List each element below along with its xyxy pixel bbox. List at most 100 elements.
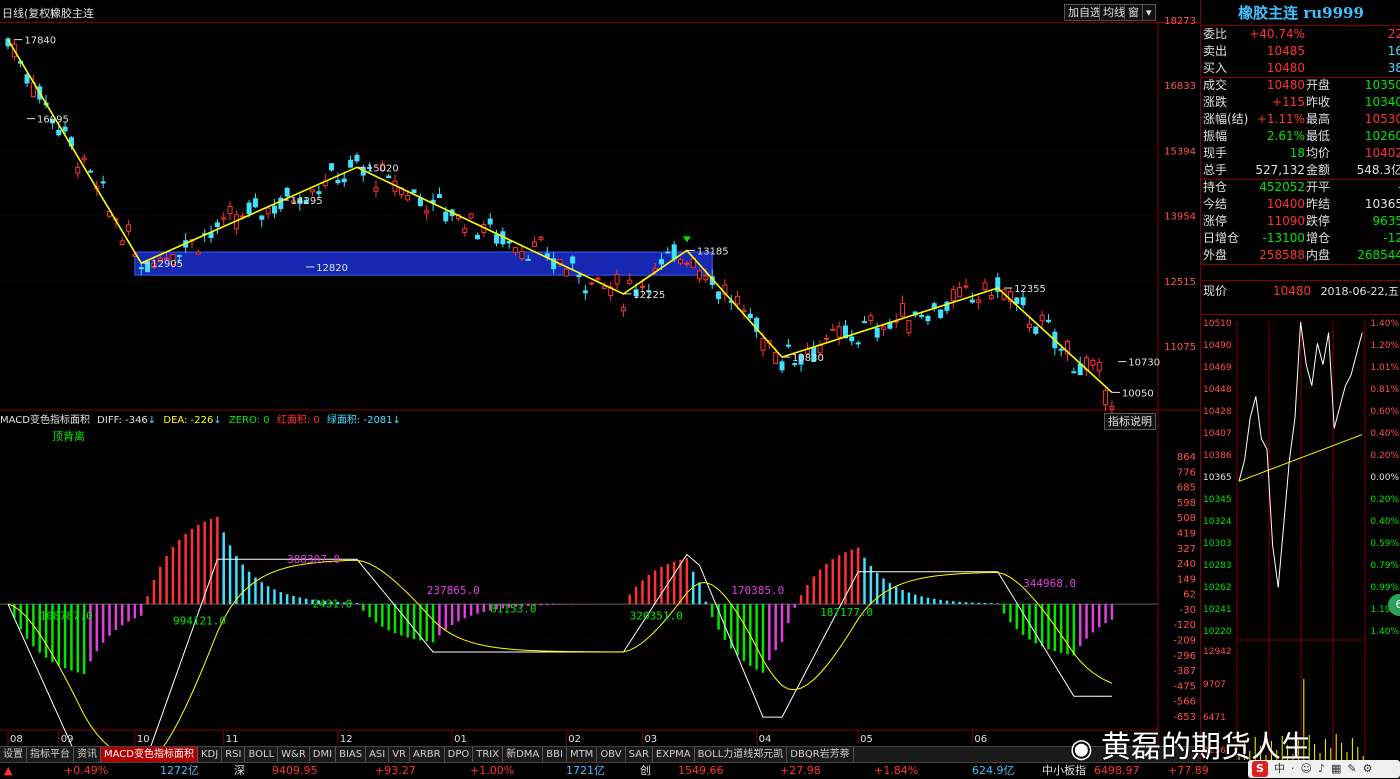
pivot-label: 12355 xyxy=(1014,284,1046,295)
quote-value: 10530 xyxy=(1364,112,1400,126)
candle-body xyxy=(75,166,81,174)
candle-body xyxy=(1103,389,1109,406)
intraday-price-label: 10510 xyxy=(1203,319,1232,329)
intraday-pct-label: 0.81% xyxy=(1370,385,1399,395)
quote-value: 2.61% xyxy=(1266,129,1305,143)
tab-7[interactable]: W&R xyxy=(278,747,310,762)
intraday-chart[interactable]: 10510 1.40% 10490 1.20% 10469 1.01% 10448 0.81%… xyxy=(1201,316,1400,762)
date-tick-label: 01 xyxy=(454,734,467,745)
input-method-tray[interactable]: S 中·☺♪▦✎⚙ xyxy=(1248,760,1400,778)
tab-8[interactable]: DMI xyxy=(310,747,337,762)
sogou-logo-icon[interactable]: S xyxy=(1252,761,1268,777)
tab-9[interactable]: BIAS xyxy=(336,747,367,762)
pivot-labels: 17840 16095 12905 14295 12820 15020 12225 13185… xyxy=(14,36,1160,399)
tab-21[interactable]: BOLL力道线郑元凯 xyxy=(695,747,788,762)
macd-green-area: 绿面积: -2081 xyxy=(326,415,393,426)
quote-label: 均价 xyxy=(1306,146,1331,160)
quote-value: 10260 xyxy=(1364,129,1400,143)
quote-label: 今结 xyxy=(1203,197,1228,211)
candle-body xyxy=(570,256,576,264)
tab-18[interactable]: OBV xyxy=(597,747,626,762)
quote-value: 10340 xyxy=(1364,95,1400,109)
intraday-price-label: 10262 xyxy=(1203,583,1232,593)
candle-body xyxy=(538,236,544,240)
tab-19[interactable]: SAR xyxy=(626,747,653,762)
pivot-label: 10830 xyxy=(792,353,824,364)
macd-tick-label: -209 xyxy=(1173,636,1196,647)
tab-10[interactable]: ASI xyxy=(366,747,390,762)
candle-body xyxy=(982,282,988,290)
candle-body xyxy=(284,187,290,197)
chart-grid xyxy=(0,19,1200,746)
tab-6[interactable]: BOLL xyxy=(245,747,279,762)
tab-15[interactable]: 新DMA xyxy=(503,747,544,762)
tab-12[interactable]: ARBR xyxy=(410,747,445,762)
macd-annotations: 108787.0 994121.0 388307.0 2431.0 237865.0 81… xyxy=(40,553,1076,628)
macd-red-area: 红面积: 0 xyxy=(276,415,320,426)
candle-body xyxy=(100,181,106,184)
candle-body xyxy=(919,314,925,317)
candle-body xyxy=(417,197,423,207)
date-tick-label: 02 xyxy=(568,734,581,745)
intraday-price-label: 10324 xyxy=(1203,517,1232,527)
tab-3[interactable]: MACD变色指标面积 xyxy=(101,747,198,762)
tab-0[interactable]: 设置 xyxy=(0,747,27,762)
price-tick-label: 12515 xyxy=(1164,277,1196,288)
down-arrow-icon: ↓ xyxy=(392,415,401,426)
status-value: +1.84% xyxy=(874,764,919,777)
candle-body xyxy=(411,189,417,194)
intraday-price-label: 10428 xyxy=(1203,407,1232,417)
candle-body xyxy=(785,344,791,347)
tab-2[interactable]: 资讯 xyxy=(74,747,101,762)
quote-separator xyxy=(1201,280,1400,281)
price-chart[interactable]: 17840 16095 12905 14295 12820 15020 12225 13185… xyxy=(0,0,1200,778)
candle-body xyxy=(671,244,677,260)
quote-value: 527,132 xyxy=(1255,163,1305,177)
candle-body xyxy=(138,267,144,270)
macd-tick-label: 685 xyxy=(1177,483,1196,494)
status-value: +93.27 xyxy=(375,764,416,777)
candle-body xyxy=(1039,314,1045,322)
quote-value: 268544 xyxy=(1357,248,1400,262)
tab-16[interactable]: BBI xyxy=(543,747,567,762)
status-value: +27.98 xyxy=(780,764,821,777)
macd-area-annotation: 108787.0 xyxy=(40,610,93,623)
tab-5[interactable]: RSI xyxy=(222,747,246,762)
macd-title[interactable]: MACD变色指标面积 xyxy=(0,415,90,426)
indicator-help-button[interactable]: 指标说明 xyxy=(1104,413,1156,430)
tab-4[interactable]: KDJ xyxy=(198,747,223,762)
volume-tick-label: 9707 xyxy=(1203,680,1226,690)
candle-body xyxy=(595,277,601,280)
intraday-pct-label: 0.00% xyxy=(1370,473,1399,483)
candle-body xyxy=(56,129,62,136)
macd-area-annotation: 344968.0 xyxy=(1023,577,1076,590)
candle-body xyxy=(836,326,842,338)
tab-1[interactable]: 指标平台 xyxy=(27,747,74,762)
quote-value: 11090 xyxy=(1266,214,1305,228)
support-zone-rect xyxy=(134,251,713,276)
date-tick-label: 08 xyxy=(10,734,23,745)
candle-body xyxy=(684,262,690,265)
candle-body xyxy=(620,307,626,312)
tray-icons[interactable]: 中·☺♪▦✎⚙ xyxy=(1274,761,1378,777)
tab-13[interactable]: DPO xyxy=(445,747,474,762)
macd-tick-label: 327 xyxy=(1177,544,1196,555)
candle-body xyxy=(697,270,703,280)
candle-body xyxy=(665,251,671,254)
tab-11[interactable]: VR xyxy=(389,747,411,762)
candle-body xyxy=(341,178,347,183)
tab-17[interactable]: MTM xyxy=(567,747,598,762)
quote-label: 开盘 xyxy=(1306,78,1331,92)
candle-body xyxy=(925,315,931,322)
tab-14[interactable]: TRIX xyxy=(473,747,504,762)
candle-body xyxy=(963,285,969,288)
macd-dea: DEA: -226 xyxy=(163,415,214,426)
date-tick-label: 09 xyxy=(61,734,74,745)
candle-body xyxy=(1090,359,1096,366)
quote-label: 内盘 xyxy=(1306,248,1331,262)
intraday-pct-label: 1.20% xyxy=(1370,341,1399,351)
quote-row: 涨跌 +115 昨收 10340 xyxy=(1201,94,1400,111)
tab-20[interactable]: EXPMA xyxy=(653,747,695,762)
candle-body xyxy=(703,275,709,281)
tab-22[interactable]: DBQR岩芳萘 xyxy=(787,747,854,762)
